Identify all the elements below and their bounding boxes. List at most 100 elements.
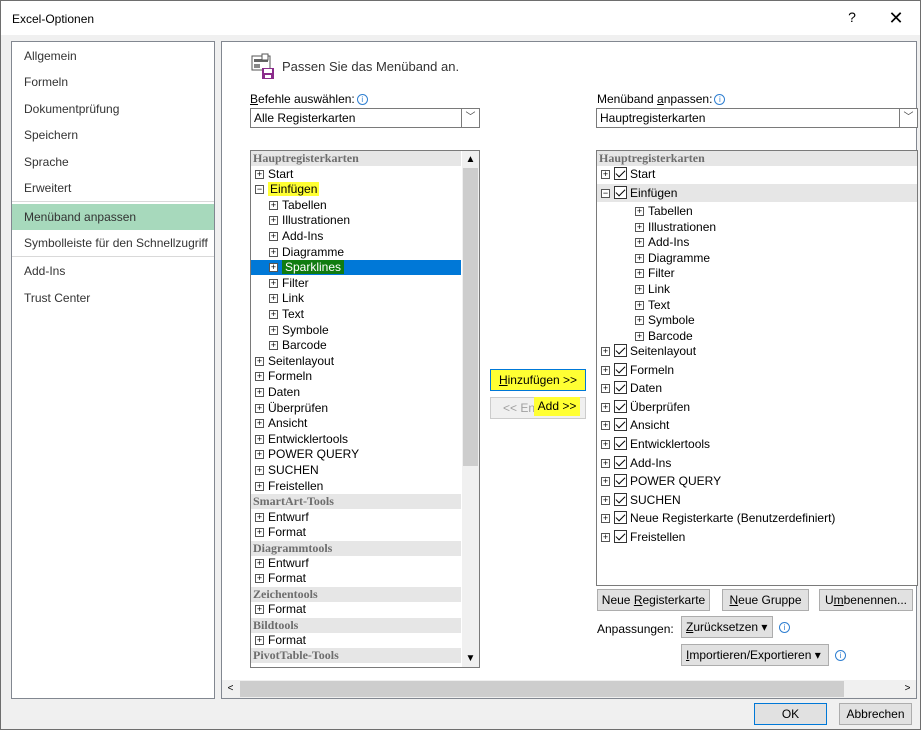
expand-icon[interactable]: + [269,294,278,304]
scroll-down-icon[interactable]: ▼ [462,650,479,667]
expand-icon[interactable]: + [635,300,644,310]
expand-icon[interactable]: + [255,403,264,413]
expand-icon[interactable]: + [269,216,278,226]
tree-item[interactable]: + Illustrationen [251,213,461,228]
customize-ribbon-dropdown[interactable]: Hauptregisterkarten ﹀ [596,108,918,128]
cancel-button[interactable]: Abbrechen [839,703,912,725]
tree-item[interactable]: + Filter [251,276,461,291]
add-button[interactable]: Hinzufügen >> [490,369,586,391]
tree-item[interactable]: + Ansicht [597,418,917,433]
checkbox-checked-icon[interactable] [614,455,627,469]
tree-item[interactable]: + Symbole [251,323,461,338]
expand-icon[interactable]: + [255,356,264,366]
expand-icon[interactable]: + [255,465,264,475]
tree-item[interactable]: + Entwicklertools [597,437,917,452]
close-button[interactable]: ✕ [881,7,911,29]
scroll-thumb[interactable] [463,168,478,466]
scroll-left-icon[interactable]: < [222,680,239,698]
tree-item[interactable]: + Ansicht [251,416,461,431]
tree-item[interactable]: + Format [251,525,461,540]
checkbox-checked-icon[interactable] [614,474,627,488]
tree-item[interactable]: + Add-Ins [251,229,461,244]
tree-item[interactable]: + Diagramme [251,245,461,260]
expand-icon[interactable]: + [601,384,610,394]
checkbox-checked-icon[interactable] [614,530,627,543]
tree-item[interactable]: + Format [251,571,461,586]
tree-item[interactable]: + Neue Registerkarte (Benutzerdefiniert) [597,511,917,526]
tree-item[interactable]: − Einfügen [597,184,917,202]
expand-icon[interactable]: + [635,316,644,326]
tree-item[interactable]: + Seitenlayout [597,344,917,359]
collapse-icon[interactable]: − [601,189,610,198]
expand-icon[interactable]: + [601,514,610,524]
expand-icon[interactable]: + [269,200,278,210]
choose-commands-dropdown[interactable]: Alle Registerkarten ﹀ [250,108,480,128]
checkbox-checked-icon[interactable] [614,344,627,357]
checkbox-checked-icon[interactable] [614,186,627,199]
expand-icon[interactable]: + [255,419,264,429]
expand-icon[interactable]: + [601,533,610,542]
tree-item[interactable]: + Daten [597,381,917,396]
tree-item[interactable]: + Entwicklertools [251,432,461,447]
nav-item[interactable]: Trust Center [12,285,214,311]
tree-item[interactable]: + Text [251,307,461,322]
reset-dropdown[interactable]: Zurücksetzen ▾ [681,616,773,638]
tree-item[interactable]: + Start [251,167,461,182]
checkbox-checked-icon[interactable] [614,362,627,376]
checkbox-checked-icon[interactable] [614,437,627,450]
expand-icon[interactable]: + [269,341,278,351]
expand-icon[interactable]: + [601,421,610,431]
checkbox-checked-icon[interactable] [614,399,627,413]
tree-item[interactable]: + Start [597,167,917,182]
tree-item[interactable]: + Symbole [597,313,917,328]
tree-item[interactable]: + POWER QUERY [597,474,917,489]
expand-icon[interactable]: + [601,402,610,412]
expand-icon[interactable]: + [635,269,644,279]
tree-item[interactable]: + Seitenlayout [251,354,461,369]
info-icon[interactable]: i [356,94,368,105]
expand-icon[interactable]: + [255,169,264,179]
tree-item[interactable]: + Überprüfen [597,399,917,415]
tree-item[interactable]: + Entwurf [251,510,461,525]
tree-item[interactable]: + Tabellen [597,204,917,219]
tree-item[interactable]: + Text [597,298,917,313]
scroll-up-icon[interactable]: ▲ [462,151,479,168]
expand-icon[interactable]: + [601,458,610,468]
expand-icon[interactable]: + [255,605,264,615]
info-icon[interactable]: i [714,94,726,105]
expand-icon[interactable]: + [255,450,264,460]
tree-item[interactable]: + Daten [251,385,461,400]
tree-item[interactable]: + Barcode [597,329,917,344]
expand-icon[interactable]: + [255,635,264,645]
ok-button[interactable]: OK [754,703,827,725]
expand-icon[interactable]: + [255,558,264,568]
expand-icon[interactable]: + [269,278,278,288]
expand-icon[interactable]: + [255,434,264,444]
tree-item[interactable]: + Link [597,282,917,297]
info-icon[interactable]: i [779,622,790,633]
tree-item[interactable]: + Sparklines [251,260,461,276]
expand-icon[interactable]: + [255,372,264,382]
tree-item[interactable]: + Formeln [251,369,461,384]
expand-icon[interactable]: + [269,309,278,319]
tree-item[interactable]: + Formeln [597,362,917,378]
expand-icon[interactable]: + [255,387,264,397]
scroll-right-icon[interactable]: > [899,680,916,698]
tree-item[interactable]: + Illustrationen [597,220,917,235]
expand-icon[interactable]: + [255,481,264,491]
expand-icon[interactable]: + [255,574,264,584]
expand-icon[interactable]: + [601,170,610,179]
checkbox-checked-icon[interactable] [614,492,627,506]
tree-item[interactable]: + Diagramme [597,251,917,266]
expand-icon[interactable]: + [635,253,644,263]
tree-item[interactable]: + Add-Ins [597,455,917,471]
tree-item[interactable]: + Überprüfen [251,401,461,416]
expand-icon[interactable]: + [269,247,278,257]
tree-item[interactable]: + Freistellen [251,479,461,494]
expand-icon[interactable]: + [635,222,644,232]
checkbox-checked-icon[interactable] [614,418,627,432]
checkbox-checked-icon[interactable] [614,511,627,525]
expand-icon[interactable]: + [601,495,610,505]
expand-icon[interactable]: + [635,238,644,248]
nav-item[interactable]: Formeln [12,69,214,95]
